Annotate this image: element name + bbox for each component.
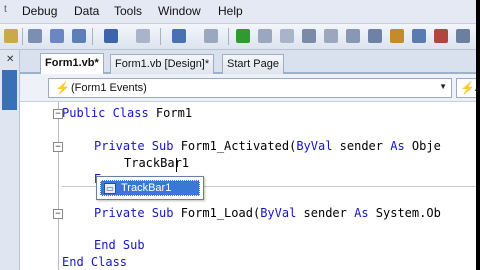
document-tabs: Form1.vb* Form1.vb [Design]* Start Page <box>20 50 480 74</box>
code-line-trackbar: TrackBar1 <box>124 156 190 170</box>
code-line-end-class: End Class <box>62 255 128 269</box>
code-line-load: Private Sub Form1_Load(ByVal sender As S… <box>94 206 441 220</box>
run-icon[interactable] <box>236 29 250 43</box>
pause-icon[interactable] <box>258 29 272 43</box>
navigate-icon[interactable] <box>172 29 186 43</box>
paste-icon[interactable] <box>4 29 18 43</box>
close-icon[interactable]: ✕ <box>6 54 14 65</box>
text-caret <box>176 158 177 172</box>
options-icon[interactable] <box>434 29 448 43</box>
collapse-icon[interactable]: − <box>53 209 63 219</box>
toolbar-separator <box>160 28 161 45</box>
align-icon[interactable] <box>50 29 64 43</box>
code-line-end-sub: End Sub <box>94 238 145 252</box>
step-icon[interactable] <box>302 29 316 43</box>
tab-form1-design[interactable]: Form1.vb [Design]* <box>110 54 215 74</box>
config-icon[interactable] <box>204 29 218 43</box>
control-icon: ▭ <box>104 183 116 194</box>
find-icon[interactable] <box>412 29 426 43</box>
intellisense-item-label: TrackBar1 <box>121 182 172 194</box>
comment-icon[interactable] <box>324 29 338 43</box>
menu-debug[interactable]: Debug <box>22 4 57 18</box>
class-events-value: (Form1 Events) <box>71 82 147 94</box>
toolbox-tab[interactable] <box>2 70 17 110</box>
ide-window: t Debug Data Tools Window Help ✕ Form1.v… <box>0 0 480 270</box>
menu-data[interactable]: Data <box>74 4 99 18</box>
undo-icon[interactable] <box>104 29 118 43</box>
toolbar-separator <box>228 28 229 45</box>
collapse-icon[interactable]: − <box>53 142 63 152</box>
toolbar <box>0 24 480 50</box>
format-icon[interactable] <box>72 29 86 43</box>
toolbar-separator <box>92 28 93 45</box>
save-icon[interactable] <box>28 29 42 43</box>
code-line-activated: Private Sub Form1_Activated(ByVal sender… <box>94 139 441 153</box>
navigation-bar: ⚡ (Form1 Events) ▼ ⚡ A <box>20 74 480 102</box>
stop-icon[interactable] <box>280 29 294 43</box>
fold-gutter-line <box>58 102 59 270</box>
toolbox-strip: ✕ <box>0 50 20 270</box>
code-line-class: Public Class Form1 <box>62 106 193 120</box>
lightning-icon: ⚡ <box>55 81 70 95</box>
class-events-dropdown[interactable]: ⚡ (Form1 Events) ▼ <box>48 78 452 98</box>
menu-help[interactable]: Help <box>218 4 243 18</box>
menu-tools[interactable]: Tools <box>114 4 142 18</box>
menu-overflow-indicator: t <box>4 4 7 15</box>
toolbar-separator <box>22 28 23 45</box>
intellisense-item-trackbar1[interactable]: ▭ TrackBar1 <box>100 180 200 196</box>
redo-icon[interactable] <box>136 29 150 43</box>
menu-window[interactable]: Window <box>158 4 201 18</box>
bookmark-icon[interactable] <box>390 29 404 43</box>
code-editor[interactable]: − Public Class Form1 − Private Sub Form1… <box>20 102 480 270</box>
uncomment-icon[interactable] <box>346 29 360 43</box>
tab-start-page[interactable]: Start Page <box>222 54 284 74</box>
properties-icon[interactable] <box>456 29 470 43</box>
frame-edge <box>476 0 480 270</box>
indent-icon[interactable] <box>368 29 382 43</box>
intellisense-popup: ▭ TrackBar1 <box>96 176 204 200</box>
tab-form1-vb[interactable]: Form1.vb* <box>40 53 104 74</box>
lightning-icon: ⚡ <box>460 81 475 95</box>
menu-bar: t Debug Data Tools Window Help <box>0 0 480 24</box>
chevron-down-icon: ▼ <box>439 82 447 91</box>
